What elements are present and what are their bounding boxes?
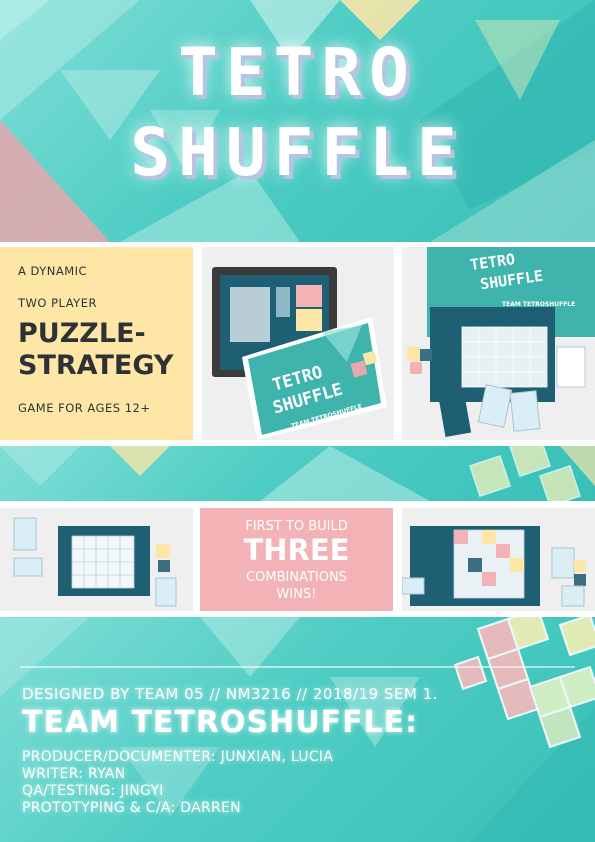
win-line-three: THREE xyxy=(243,533,350,567)
game-title-line-2: SHUFFLE xyxy=(130,114,465,191)
tagline-two-player: TWO PLAYER xyxy=(18,296,97,310)
photo-game-board: TETRO SHUFFLE TEAM TETROSHUFFLE xyxy=(402,247,595,440)
photo-board-in-play xyxy=(402,508,595,611)
credit-producer: PRODUCER/DOCUMENTER: JUNXIAN, LUCIA xyxy=(22,749,334,765)
credit-writer: WRITER: RYAN xyxy=(22,766,126,782)
credit-qa: QA/TESTING: JINGYI xyxy=(22,783,164,799)
title-banner: TETRO SHUFFLE xyxy=(0,0,595,242)
credits-band: DESIGNED BY TEAM 05 // NM3216 // 2018/19… xyxy=(0,617,595,842)
middle-strip xyxy=(0,446,595,501)
game-title-line-1: TETRO xyxy=(178,34,417,111)
tagline-puzzle: PUZZLE- xyxy=(18,318,146,349)
tagline-dynamic: A DYNAMIC xyxy=(18,264,88,278)
win-line-combinations: COMBINATIONS xyxy=(246,570,347,585)
board-in-play-illustration xyxy=(402,526,586,607)
board-lid-team: TEAM TETROSHUFFLE xyxy=(502,301,576,308)
win-condition-panel: FIRST TO BUILD THREE COMBINATIONS WINS! xyxy=(200,508,393,611)
tagline-ages: GAME FOR AGES 12+ xyxy=(18,401,151,415)
starting-board-illustration xyxy=(13,517,177,607)
photo-game-box: TETRO SHUFFLE TEAM TETROSHUFFLE xyxy=(202,247,394,440)
designed-by-line: DESIGNED BY TEAM 05 // NM3216 // 2018/19… xyxy=(22,685,438,703)
credit-prototyping: PROTOTYPING & C/A: DARREN xyxy=(22,800,241,816)
tagline-strategy: STRATEGY xyxy=(18,350,174,381)
tagline-panel: A DYNAMIC TWO PLAYER PUZZLE- STRATEGY GA… xyxy=(0,247,193,440)
strip-geometric-background xyxy=(0,446,595,501)
photo-starting-board xyxy=(0,508,193,611)
win-line-wins: WINS! xyxy=(276,587,317,602)
win-line-first-to-build: FIRST TO BUILD xyxy=(245,519,348,534)
team-name-heading: TEAM TETROSHUFFLE: xyxy=(22,705,419,740)
